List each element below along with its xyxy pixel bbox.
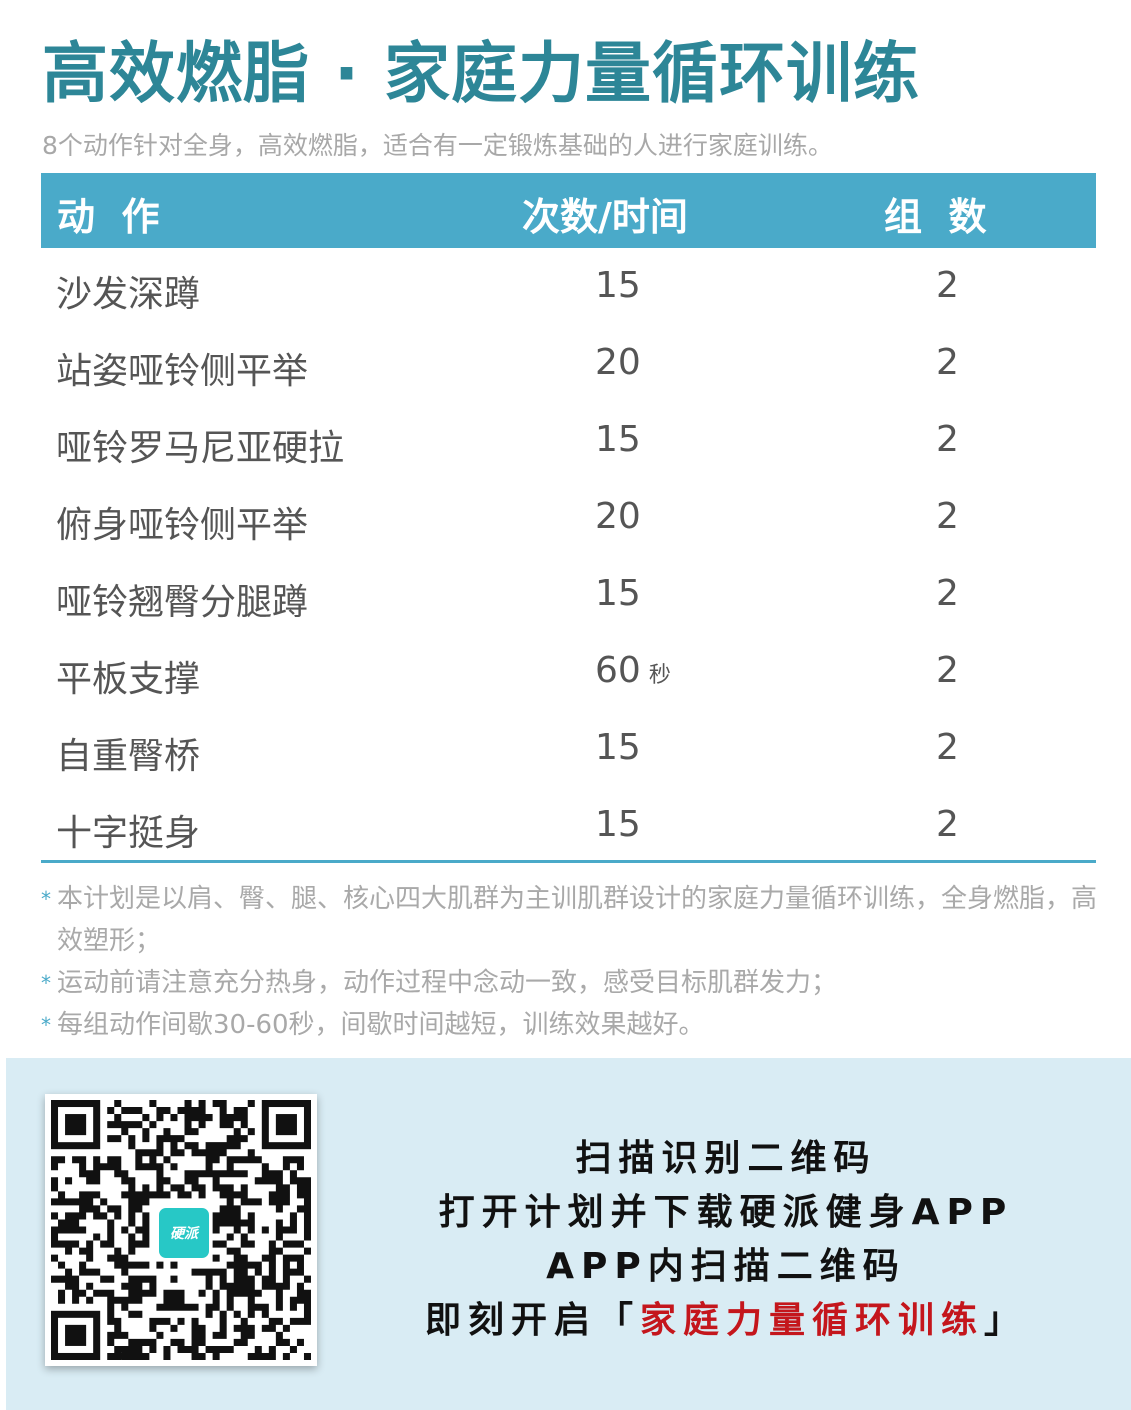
exercise-sets: 2 <box>936 419 959 460</box>
cta-line-4: 即刻开启「家庭力量循环训练」 <box>406 1294 1046 1348</box>
exercise-sets: 2 <box>936 265 959 306</box>
table-row: 俯身哑铃侧平举 20 2 <box>41 480 1096 557</box>
cta-line-4-prefix: 即刻开启「 <box>424 1300 640 1341</box>
exercise-sets: 2 <box>936 573 959 614</box>
cta-plan-name: 家庭力量循环训练 <box>639 1300 984 1341</box>
exercise-reps: 20 <box>595 496 641 537</box>
exercise-name: 站姿哑铃侧平举 <box>56 351 309 392</box>
table-row: 哑铃翘臀分腿蹲 15 2 <box>41 557 1096 634</box>
note-text: 本计划是以肩、臀、腿、核心四大肌群为主训肌群设计的家庭力量循环训练，全身燃脂，高… <box>57 884 1098 956</box>
exercise-reps: 15 <box>595 419 641 460</box>
bullet-icon: * <box>41 971 51 995</box>
table-bottom-divider <box>41 860 1096 863</box>
exercise-reps: 15 <box>595 265 641 306</box>
page-subtitle: 8个动作针对全身，高效燃脂，适合有一定锻炼基础的人进行家庭训练。 <box>42 131 833 160</box>
exercise-sets: 2 <box>936 342 959 383</box>
exercise-reps: 60 秒 <box>595 650 671 691</box>
table-row: 十字挺身 15 2 <box>41 788 1096 865</box>
note-item: * 运动前请注意充分热身，动作过程中念动一致，感受目标肌群发力； <box>41 962 1101 1004</box>
exercise-reps: 15 <box>595 727 641 768</box>
exercise-sets: 2 <box>936 727 959 768</box>
qr-code[interactable]: 硬派 <box>45 1094 317 1366</box>
exercise-name: 平板支撑 <box>56 659 201 700</box>
bullet-icon: * <box>41 1013 51 1037</box>
bullet-icon: * <box>41 887 51 911</box>
column-header-reps: 次数/时间 <box>522 195 688 239</box>
table-row: 平板支撑 60 秒 2 <box>41 634 1096 711</box>
exercise-name: 沙发深蹲 <box>56 274 201 315</box>
exercise-sets: 2 <box>936 804 959 845</box>
note-text: 每组动作间歇30-60秒，间歇时间越短，训练效果越好。 <box>57 1010 705 1040</box>
column-header-sets: 组 数 <box>884 195 987 239</box>
note-text: 运动前请注意充分热身，动作过程中念动一致，感受目标肌群发力； <box>57 968 838 998</box>
cta-line-3: APP内扫描二维码 <box>546 1246 906 1287</box>
note-item: * 每组动作间歇30-60秒，间歇时间越短，训练效果越好。 <box>41 1004 1101 1046</box>
exercise-reps: 20 <box>595 342 641 383</box>
note-item: * 本计划是以肩、臀、腿、核心四大肌群为主训肌群设计的家庭力量循环训练，全身燃脂… <box>41 878 1101 962</box>
footer-panel: 硬派 扫描识别二维码 打开计划并下载硬派健身APP APP内扫描二维码 即刻开启… <box>6 1058 1131 1410</box>
notes-list: * 本计划是以肩、臀、腿、核心四大肌群为主训肌群设计的家庭力量循环训练，全身燃脂… <box>41 878 1101 1046</box>
table-row: 自重臀桥 15 2 <box>41 711 1096 788</box>
exercise-name: 自重臀桥 <box>56 736 201 777</box>
exercise-name: 俯身哑铃侧平举 <box>56 505 309 546</box>
exercise-table: 沙发深蹲 15 2 站姿哑铃侧平举 20 2 哑铃罗马尼亚硬拉 15 2 俯身哑… <box>41 249 1096 865</box>
reps-unit: 秒 <box>648 663 671 688</box>
table-row: 沙发深蹲 15 2 <box>41 249 1096 326</box>
app-logo-icon: 硬派 <box>156 1205 212 1261</box>
exercise-sets: 2 <box>936 496 959 537</box>
exercise-name: 哑铃翘臀分腿蹲 <box>56 582 309 623</box>
page-title: 高效燃脂 · 家庭力量循环训练 <box>42 35 921 112</box>
cta-line-2: 打开计划并下载硬派健身APP <box>438 1192 1014 1233</box>
exercise-name: 十字挺身 <box>56 813 201 854</box>
cta-line-1: 扫描识别二维码 <box>575 1138 877 1179</box>
table-row: 哑铃罗马尼亚硬拉 15 2 <box>41 403 1096 480</box>
call-to-action: 扫描识别二维码 打开计划并下载硬派健身APP APP内扫描二维码 即刻开启「家庭… <box>406 1132 1046 1348</box>
table-row: 站姿哑铃侧平举 20 2 <box>41 326 1096 403</box>
exercise-reps: 15 <box>595 573 641 614</box>
exercise-sets: 2 <box>936 650 959 691</box>
exercise-name: 哑铃罗马尼亚硬拉 <box>56 428 345 469</box>
table-header: 动 作 次数/时间 组 数 <box>41 173 1096 248</box>
cta-line-4-suffix: 」 <box>984 1300 1028 1341</box>
exercise-reps: 15 <box>595 804 641 845</box>
column-header-action: 动 作 <box>57 195 160 239</box>
